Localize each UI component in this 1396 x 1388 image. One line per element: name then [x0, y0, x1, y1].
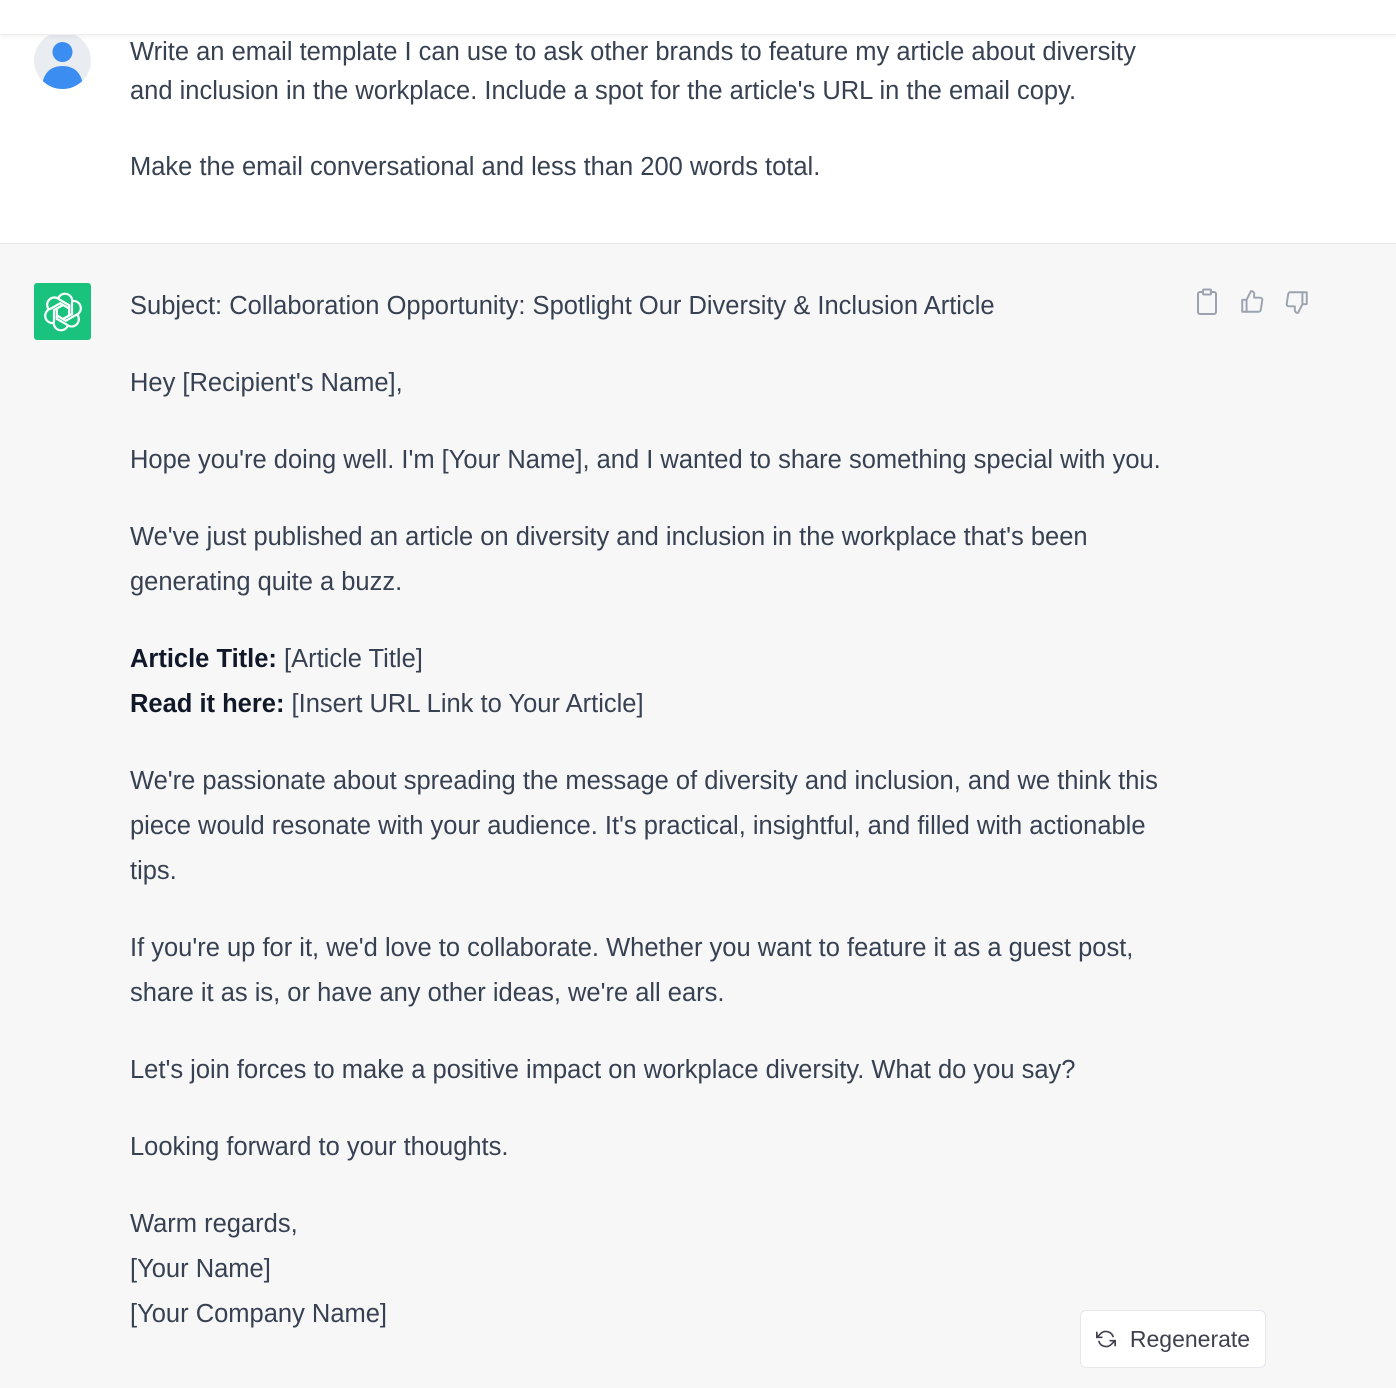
user-icon [42, 42, 83, 89]
read-it-label: Read it here: [130, 690, 285, 718]
email-forward: Looking forward to your thoughts. [130, 1133, 509, 1161]
article-title-line: Article Title: [Article Title] [130, 637, 1170, 682]
user-avatar [34, 32, 91, 89]
email-join: Let's join forces to make a positive imp… [130, 1056, 1076, 1084]
thumbs-up-button[interactable] [1237, 287, 1267, 317]
email-signoff: Warm regards, [130, 1210, 298, 1238]
article-title-label: Article Title: [130, 645, 277, 673]
email-collab: If you're up for it, we'd love to collab… [130, 934, 1134, 1007]
article-title-value: [Article Title] [276, 645, 423, 673]
signature-company: [Your Company Name] [130, 1300, 388, 1328]
copy-button[interactable] [1192, 287, 1222, 317]
email-passion: We're passionate about spreading the mes… [130, 767, 1158, 885]
regenerate-button[interactable]: Regenerate [1080, 1310, 1266, 1368]
clipboard-icon [1197, 288, 1217, 315]
user-message-text: Write an email template I can use to ask… [130, 33, 1160, 187]
signature-name: [Your Name] [130, 1255, 271, 1283]
assistant-avatar [34, 283, 91, 340]
email-subject: Subject: Collaboration Opportunity: Spot… [130, 292, 995, 320]
thumbs-down-button[interactable] [1282, 287, 1312, 317]
thumbs-down-icon [1285, 291, 1308, 314]
email-intro: Hope you're doing well. I'm [Your Name],… [130, 446, 1161, 474]
assistant-message-text: Subject: Collaboration Opportunity: Spot… [130, 284, 1170, 1337]
message-actions [1192, 287, 1312, 317]
openai-logo-icon [43, 292, 82, 331]
user-paragraph: Make the email conversational and less t… [130, 153, 821, 181]
email-greeting: Hey [Recipient's Name], [130, 369, 403, 397]
email-published: We've just published an article on diver… [130, 523, 1088, 596]
user-paragraph: Write an email template I can use to ask… [130, 38, 1136, 105]
top-bar [0, 0, 1396, 35]
read-it-line: Read it here: [Insert URL Link to Your A… [130, 682, 1170, 727]
read-it-value: [Insert URL Link to Your Article] [284, 690, 644, 718]
refresh-icon [1095, 1330, 1116, 1348]
user-message-row: Write an email template I can use to ask… [0, 0, 1396, 244]
regenerate-label: Regenerate [1129, 1325, 1251, 1352]
thumbs-up-icon [1241, 290, 1264, 313]
